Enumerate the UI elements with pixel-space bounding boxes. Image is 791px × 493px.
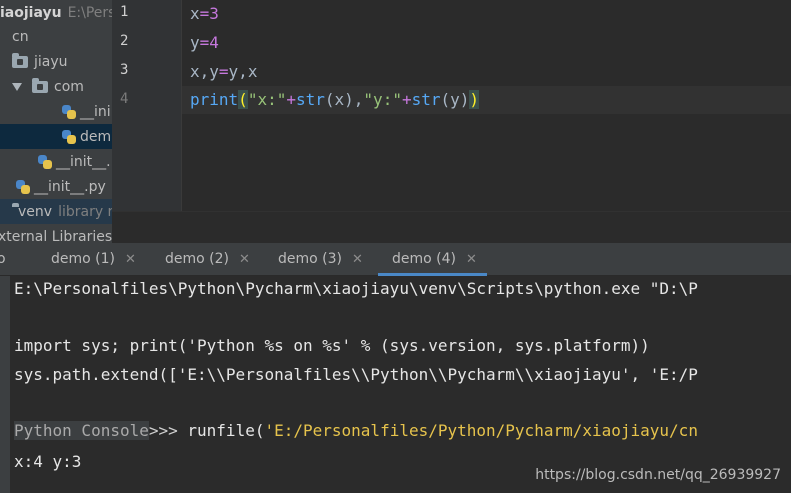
code-token: y	[190, 33, 200, 52]
console-prompt-arrows: >>>	[148, 421, 178, 440]
tree-item-label: xternal Libraries	[0, 228, 112, 244]
tree-item-label: jiayu	[34, 53, 68, 70]
code-token: x,y	[190, 62, 219, 81]
code-token: str	[295, 90, 325, 109]
python-file-icon	[62, 129, 76, 144]
tab-label: demo (3)	[278, 251, 342, 267]
project-root-name: iaojiayu	[0, 4, 62, 21]
project-root-row[interactable]: iaojiayu E:\Pers	[0, 0, 112, 25]
console-output-line: sys.path.extend(['E:\\Personalfiles\\Pyt…	[14, 365, 698, 384]
code-line-3[interactable]: x,y=y,x	[182, 58, 791, 86]
code-token: x	[190, 4, 200, 23]
project-root-path: E:\Pers	[67, 4, 112, 21]
code-token: print	[190, 90, 239, 109]
console-output-line: E:\Personalfiles\Python\Pycharm\xiaojiay…	[14, 279, 698, 298]
tab-demo-4[interactable]: demo (4) ✕	[378, 243, 487, 276]
code-token: 4	[209, 33, 219, 52]
code-token: str	[411, 90, 441, 109]
python-file-icon	[38, 154, 52, 169]
close-icon[interactable]: ✕	[466, 252, 477, 267]
python-file-icon	[62, 104, 76, 119]
tree-item-label: __init__.py	[34, 178, 106, 195]
tree-item-label: __ini	[80, 103, 111, 120]
tree-item-label: venv	[18, 203, 53, 220]
close-icon[interactable]: ✕	[239, 252, 250, 267]
python-console[interactable]: E:\Personalfiles\Python\Pycharm\xiaojiay…	[10, 276, 791, 493]
editor-bottom-area	[112, 211, 791, 242]
code-editor[interactable]: x=3 y=4 x,y=y,x print("x:"+str(x),"y:"+s…	[182, 0, 791, 211]
line-number: 2	[120, 33, 129, 49]
console-command-arg: 'E:/Personalfiles/Python/Pycharm/xiaojia…	[264, 421, 698, 440]
tab-partial[interactable]: o	[0, 243, 6, 275]
code-token: =	[199, 4, 210, 23]
code-token: +	[286, 90, 296, 109]
watermark: https://blog.csdn.net/qq_26939927	[535, 467, 781, 483]
project-tree-panel: iaojiayu E:\Pers cn jiayu com __ini dem …	[0, 0, 112, 243]
close-icon[interactable]: ✕	[352, 252, 363, 267]
editor-gutter: 1 2 3 4	[112, 0, 182, 211]
tree-item-label: __init__.	[56, 153, 111, 170]
tree-item-jiayu[interactable]: jiayu	[0, 49, 112, 74]
tree-item-demo[interactable]: dem	[0, 124, 112, 149]
console-prompt-label: Python Console	[14, 421, 149, 440]
code-token: (y)	[440, 90, 470, 109]
code-token: "y:"	[363, 90, 402, 109]
tab-label: demo (4)	[392, 251, 456, 267]
tree-item-label: dem	[80, 128, 112, 145]
line-number: 4	[120, 91, 129, 107]
console-toolbar-strip	[0, 276, 10, 493]
code-token: )	[469, 90, 480, 109]
console-output-line: x:4 y:3	[14, 452, 82, 471]
code-token: =	[199, 33, 210, 52]
code-token: "x:"	[247, 90, 287, 109]
package-folder-icon	[12, 52, 28, 68]
package-folder-icon	[32, 77, 48, 93]
console-tab-bar: o demo (1) ✕ demo (2) ✕ demo (3) ✕ demo …	[0, 243, 791, 276]
code-token: =	[218, 62, 229, 81]
tree-item-hint: library ro	[58, 203, 112, 220]
tab-label: demo (2)	[165, 251, 229, 267]
code-token: +	[401, 90, 412, 109]
tab-label: demo (1)	[51, 251, 115, 267]
expand-arrow-icon[interactable]	[12, 82, 22, 91]
tab-label: o	[0, 251, 6, 267]
tab-demo-2[interactable]: demo (2) ✕	[165, 243, 250, 275]
tree-item-cn[interactable]: cn	[0, 24, 112, 49]
python-file-icon	[16, 179, 30, 194]
code-line-4[interactable]: print("x:"+str(x),"y:"+str(y))	[182, 86, 791, 114]
console-command: runfile(	[177, 421, 265, 440]
code-line-1[interactable]: x=3	[182, 0, 791, 28]
tab-demo-3[interactable]: demo (3) ✕	[278, 243, 363, 275]
code-token: 3	[209, 4, 219, 23]
code-token: (x),	[324, 90, 364, 109]
tree-item-label: com	[54, 78, 84, 95]
tree-item-label: cn	[12, 28, 29, 45]
line-number: 1	[120, 4, 129, 20]
tree-item-init-cn[interactable]: __init__.py	[0, 174, 112, 199]
code-token: y,x	[228, 62, 258, 81]
tree-item-com[interactable]: com	[0, 74, 112, 99]
tree-item-external-libraries[interactable]: xternal Libraries	[0, 224, 112, 244]
console-prompt-line[interactable]: Python Console>>> runfile('E:/Personalfi…	[14, 421, 698, 440]
tree-item-init-jiayu[interactable]: __init__.	[0, 149, 112, 174]
close-icon[interactable]: ✕	[125, 252, 136, 267]
code-token: (	[238, 90, 248, 109]
line-number: 3	[120, 62, 129, 78]
code-line-2[interactable]: y=4	[182, 29, 791, 57]
tree-item-init-com[interactable]: __ini	[0, 99, 112, 124]
tree-item-venv[interactable]: venv library ro	[0, 199, 112, 224]
console-output-line: import sys; print('Python %s on %s' % (s…	[14, 336, 650, 355]
tab-demo-1[interactable]: demo (1) ✕	[51, 243, 136, 275]
